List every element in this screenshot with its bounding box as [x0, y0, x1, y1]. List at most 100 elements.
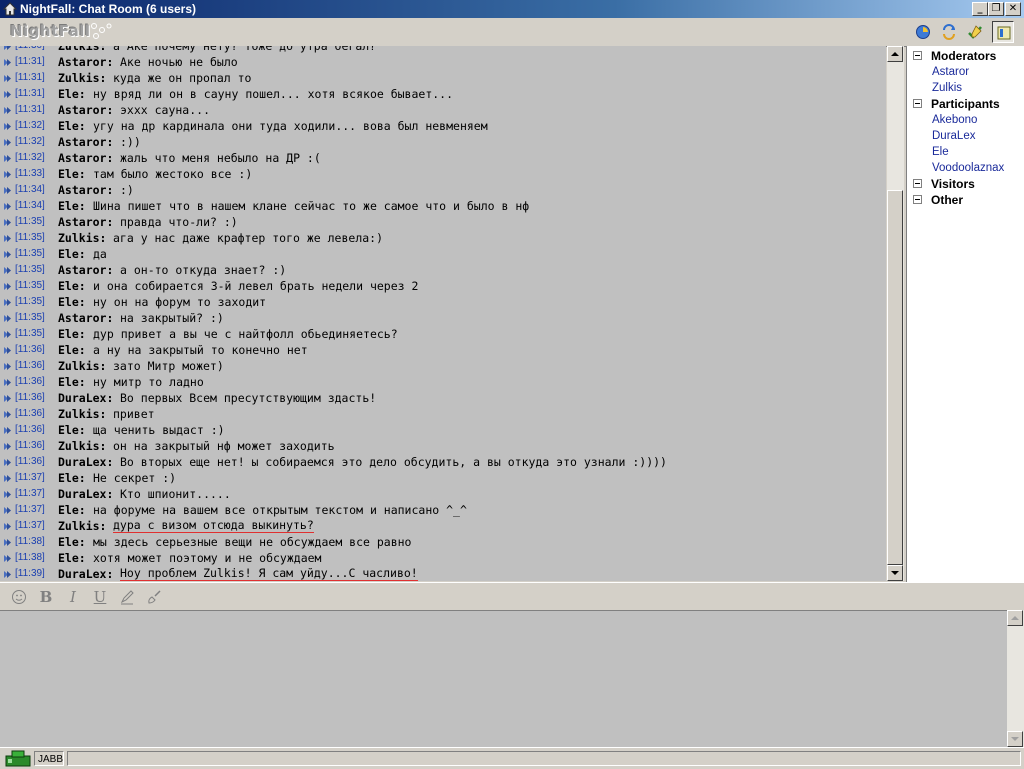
- message-sender[interactable]: Ele:: [58, 422, 86, 438]
- message-sender[interactable]: Ele:: [58, 550, 86, 566]
- message-sender[interactable]: Ele:: [58, 374, 86, 390]
- pen-button[interactable]: [118, 588, 136, 606]
- message-arrow-icon: [4, 475, 11, 482]
- message-timestamp: [11:30]: [15, 46, 45, 54]
- user-roster[interactable]: Moderators Astaror Zulkis Participants Akebo…: [906, 46, 1024, 582]
- message-sender[interactable]: Ele:: [58, 86, 86, 102]
- message-sender[interactable]: Ele:: [58, 502, 86, 518]
- message-sender[interactable]: Astaror:: [58, 102, 113, 118]
- message-sender[interactable]: Zulkis:: [58, 70, 106, 86]
- message-sender[interactable]: Astaror:: [58, 214, 113, 230]
- message-sender[interactable]: Astaror:: [58, 54, 113, 70]
- message-text: Кто шпионит.....: [120, 487, 231, 501]
- message-sender[interactable]: Zulkis:: [58, 406, 106, 422]
- message-text: а Аке почему нету? тоже до утра бегал?: [113, 46, 377, 53]
- edit-button[interactable]: [964, 21, 986, 43]
- underline-button[interactable]: U: [91, 588, 109, 606]
- message-text: дура с визом отсюда выкинуть?: [113, 518, 314, 533]
- roster-user[interactable]: Astaror: [907, 64, 1024, 80]
- message-sender[interactable]: Zulkis:: [58, 438, 106, 454]
- roster-user[interactable]: Zulkis: [907, 80, 1024, 96]
- message-arrow-icon: [4, 107, 11, 114]
- message-arrow-icon: [4, 203, 11, 210]
- message-text: Шина пишет что в нашем клане сейчас то ж…: [93, 199, 530, 213]
- message-sender[interactable]: Ele:: [58, 470, 86, 486]
- roster-user[interactable]: DuraLex: [907, 128, 1024, 144]
- message-sender[interactable]: Astaror:: [58, 134, 113, 150]
- scroll-down-button[interactable]: [887, 565, 903, 581]
- title-bar[interactable]: NightFall: Chat Room (6 users) _ ❐ ✕: [0, 0, 1024, 18]
- roster-user[interactable]: Voodoolaznax: [907, 160, 1024, 176]
- message-sender[interactable]: Astaror:: [58, 262, 113, 278]
- message-sender[interactable]: Ele:: [58, 246, 86, 262]
- message-sender[interactable]: Ele:: [58, 166, 86, 182]
- message-sender[interactable]: DuraLex:: [58, 454, 113, 470]
- input-scrollbar[interactable]: [1007, 610, 1024, 747]
- message-sender[interactable]: Ele:: [58, 118, 86, 134]
- chat-message: [11:31] Astaror: эххх сауна...: [0, 102, 886, 118]
- message-sender[interactable]: DuraLex:: [58, 390, 113, 406]
- collapse-icon[interactable]: [913, 99, 922, 108]
- chat-message: [11:36] DuraLex: Во первых Всем пресутству…: [0, 390, 886, 406]
- pen-icon: [120, 590, 134, 605]
- chat-message: [11:36] Zulkis: зато Митр может): [0, 358, 886, 374]
- message-sender[interactable]: Astaror:: [58, 182, 113, 198]
- message-sender[interactable]: Zulkis:: [58, 518, 106, 534]
- message-sender[interactable]: Ele:: [58, 198, 86, 214]
- message-sender[interactable]: Ele:: [58, 326, 86, 342]
- chat-log[interactable]: [11:30] Zulkis: а Аке почему нету? тоже до…: [0, 46, 886, 581]
- italic-button[interactable]: I: [64, 588, 82, 606]
- arrow-up-icon: [1011, 616, 1019, 620]
- roster-group[interactable]: Moderators: [907, 48, 1024, 64]
- message-sender[interactable]: Ele:: [58, 342, 86, 358]
- collapse-icon[interactable]: [913, 51, 922, 60]
- message-timestamp: [11:36]: [15, 360, 45, 371]
- message-timestamp: [11:36]: [15, 424, 45, 435]
- smiley-button[interactable]: [10, 588, 28, 606]
- roster-user[interactable]: Akebono: [907, 112, 1024, 128]
- close-button[interactable]: ✕: [1005, 2, 1021, 16]
- message-timestamp: [11:36]: [15, 456, 45, 467]
- message-arrow-icon: [4, 347, 11, 354]
- message-text: на форуме на вашем все открытым текстом …: [93, 503, 467, 517]
- message-arrow-icon: [4, 235, 11, 242]
- roster-group[interactable]: Participants: [907, 96, 1024, 112]
- message-arrow-icon: [4, 219, 11, 226]
- chat-scrollbar[interactable]: [887, 46, 904, 581]
- scroll-up-button[interactable]: [887, 46, 903, 62]
- message-sender[interactable]: Ele:: [58, 294, 86, 310]
- message-input[interactable]: [0, 610, 1007, 747]
- message-sender[interactable]: Astaror:: [58, 150, 113, 166]
- message-sender[interactable]: Zulkis:: [58, 230, 106, 246]
- history-button[interactable]: [912, 21, 934, 43]
- input-scroll-down-button[interactable]: [1007, 731, 1023, 747]
- scroll-thumb[interactable]: [887, 190, 903, 565]
- arrow-up-icon: [891, 52, 899, 56]
- roster-user[interactable]: Ele: [907, 144, 1024, 160]
- message-sender[interactable]: Ele:: [58, 278, 86, 294]
- brush-button[interactable]: [145, 588, 163, 606]
- status-bar: JABBER: [0, 747, 1024, 769]
- restore-button[interactable]: ❐: [988, 2, 1004, 16]
- message-sender[interactable]: Zulkis:: [58, 358, 106, 374]
- message-sender[interactable]: DuraLex:: [58, 566, 113, 581]
- input-scroll-up-button[interactable]: [1007, 610, 1023, 626]
- refresh-button[interactable]: [938, 21, 960, 43]
- message-sender[interactable]: DuraLex:: [58, 486, 113, 502]
- roster-group[interactable]: Other: [907, 192, 1024, 208]
- chat-message: [11:31] Ele: ну вряд ли он в сауну пошел..…: [0, 86, 886, 102]
- roster-group[interactable]: Visitors: [907, 176, 1024, 192]
- message-arrow-icon: [4, 267, 11, 274]
- message-sender[interactable]: Astaror:: [58, 310, 113, 326]
- message-text: Во первых Всем пресутствующим здасть!: [120, 391, 377, 405]
- message-sender[interactable]: Zulkis:: [58, 46, 106, 54]
- collapse-icon[interactable]: [913, 179, 922, 188]
- message-arrow-icon: [4, 283, 11, 290]
- user-list-button[interactable]: [992, 21, 1014, 43]
- collapse-icon[interactable]: [913, 195, 922, 204]
- chat-message: [11:35] Ele: ну он на форум то заходит: [0, 294, 886, 310]
- minimize-button[interactable]: _: [972, 2, 988, 16]
- chat-message: [11:37] Ele: на форуме на вашем все открыт…: [0, 502, 886, 518]
- message-sender[interactable]: Ele:: [58, 534, 86, 550]
- bold-button[interactable]: B: [37, 588, 55, 606]
